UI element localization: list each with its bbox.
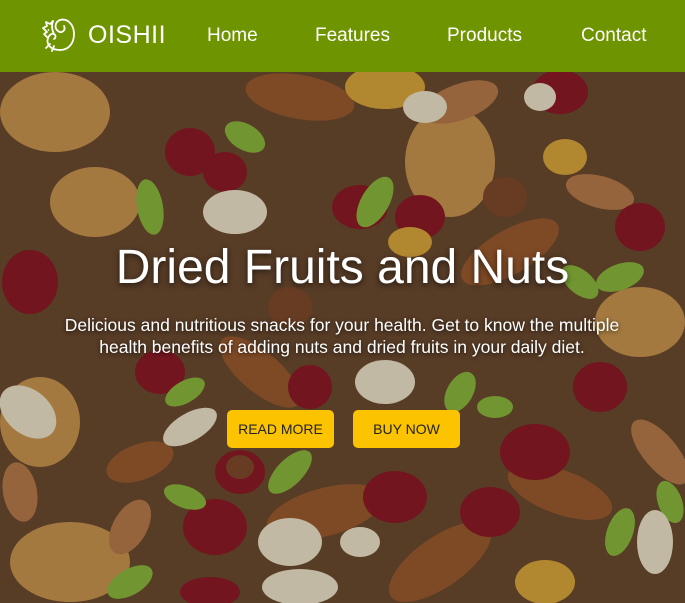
hero-title: Dried Fruits and Nuts	[115, 241, 570, 294]
nav-contact[interactable]: Contact	[581, 25, 646, 47]
nav-features[interactable]: Features	[315, 25, 390, 47]
hero-section: Dried Fruits and Nuts Delicious and nutr…	[0, 72, 685, 603]
brand-name: OISHII	[88, 20, 167, 49]
navbar: OISHII Home Features Products Contact	[0, 0, 685, 72]
nav-home[interactable]: Home	[207, 25, 258, 47]
hero-description: Delicious and nutritious snacks for your…	[64, 315, 620, 357]
brand-logo[interactable]: OISHII	[36, 14, 166, 56]
squirrel-icon	[42, 18, 75, 52]
read-more-button[interactable]: READ MORE	[227, 410, 334, 448]
buy-now-button[interactable]: BUY NOW	[353, 410, 460, 448]
nav-products[interactable]: Products	[447, 25, 522, 47]
